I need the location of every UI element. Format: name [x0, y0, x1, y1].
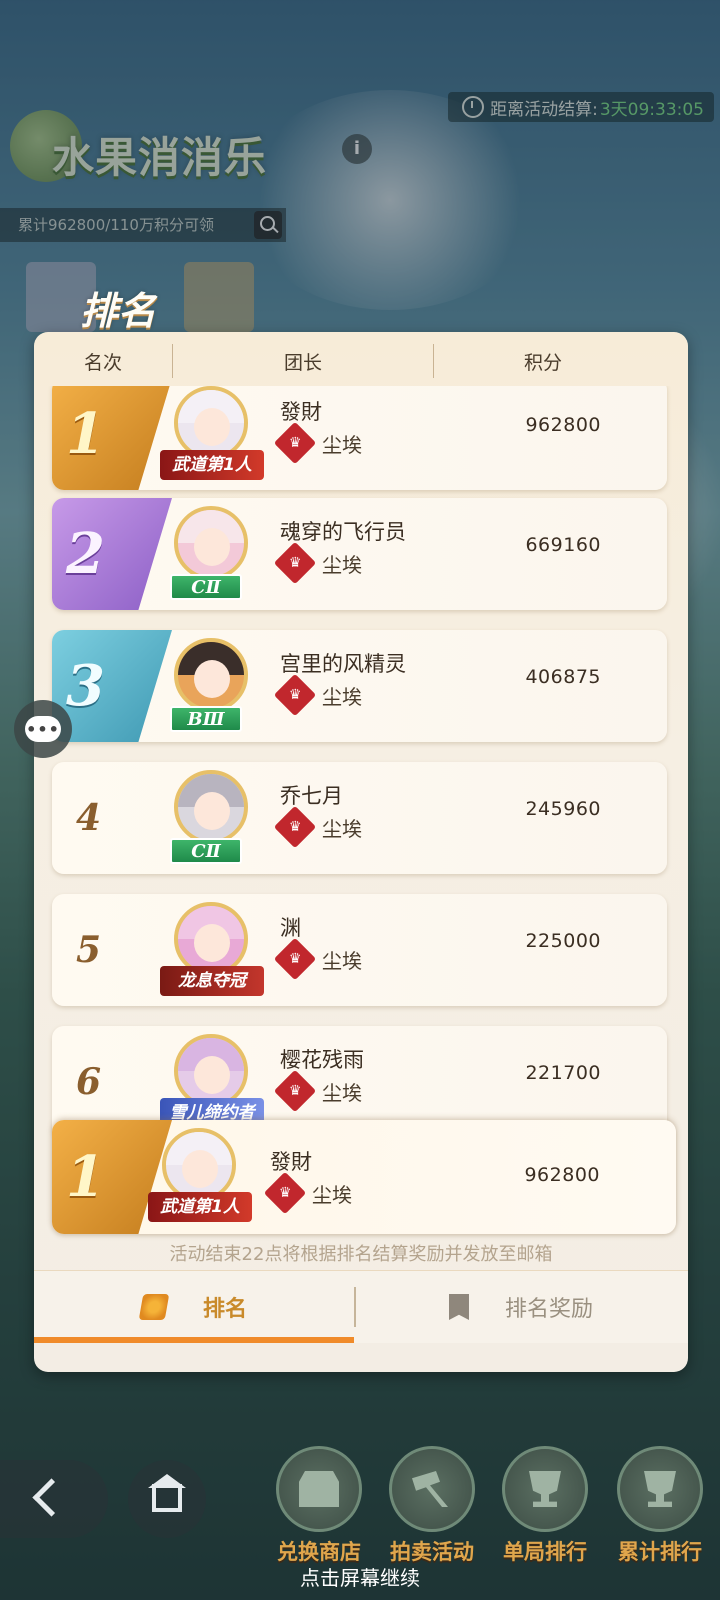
- avatar[interactable]: CⅡ: [160, 764, 264, 868]
- chat-icon: •••: [25, 716, 61, 742]
- bookmark-icon: [448, 1294, 469, 1320]
- active-tab-indicator: [34, 1337, 354, 1343]
- hammer-icon: [412, 1471, 448, 1507]
- rank-number: 4: [76, 797, 102, 839]
- title-badge: 武道第1人: [148, 1192, 252, 1222]
- panel-title: 排名: [80, 289, 157, 333]
- column-rank: 名次: [83, 351, 122, 374]
- rank-number: 5: [76, 929, 102, 971]
- title-badge: 武道第1人: [160, 450, 264, 480]
- table-row[interactable]: 4 CⅡ 乔七月 ♛ 尘埃 245960: [52, 762, 667, 874]
- rank-number: 2: [52, 498, 172, 610]
- rank-icon: [138, 1294, 170, 1320]
- player-name: 發財: [270, 1150, 312, 1174]
- total-rank-button[interactable]: 累计排行: [604, 1446, 716, 1566]
- player-score: 669160: [525, 534, 601, 556]
- rank-number: 1: [52, 386, 172, 490]
- column-score: 积分: [523, 351, 562, 374]
- title-badge: 龙息夺冠: [160, 966, 264, 996]
- player-score: 221700: [525, 1062, 601, 1084]
- tab-rank-reward[interactable]: 排名奖励: [354, 1271, 688, 1343]
- tab-rank-label: 排名: [202, 1297, 247, 1322]
- shop-icon: [299, 1471, 339, 1507]
- avatar[interactable]: 武道第1人: [148, 1122, 252, 1226]
- trophy-icon: [644, 1471, 676, 1507]
- table-row[interactable]: 5 龙息夺冠 渊 ♛ 尘埃 225000: [52, 894, 667, 1006]
- guild-crown-icon: ♛: [273, 937, 317, 981]
- guild-name: 尘埃: [322, 816, 362, 841]
- exchange-shop-button[interactable]: 兑换商店: [263, 1446, 375, 1566]
- guild-info: ♛ 尘埃: [273, 421, 362, 465]
- avatar[interactable]: 雪儿缔约者: [160, 1028, 264, 1132]
- player-name: 魂穿的飞行员: [280, 520, 406, 544]
- guild-info: ♛ 尘埃: [273, 541, 362, 585]
- guild-info: ♛ 尘埃: [273, 1069, 362, 1113]
- guild-info: ♛ 尘埃: [273, 673, 362, 717]
- my-rank-row[interactable]: 1 武道第1人 發財 ♛ 尘埃 962800: [52, 1120, 676, 1234]
- tab-reward-label: 排名奖励: [504, 1297, 593, 1322]
- player-name: 發財: [280, 400, 322, 424]
- column-leader: 团长: [283, 351, 322, 374]
- player-score: 225000: [525, 930, 601, 952]
- tier-badge: CⅡ: [170, 574, 242, 600]
- guild-info: ♛ 尘埃: [263, 1171, 352, 1215]
- player-score: 962800: [525, 414, 601, 436]
- table-row[interactable]: 3 BⅢ 宫里的风精灵 ♛ 尘埃 406875: [52, 630, 667, 742]
- player-name: 樱花残雨: [280, 1048, 364, 1072]
- guild-name: 尘埃: [312, 1182, 352, 1207]
- tap-to-continue[interactable]: 点击屏幕继续: [0, 1562, 720, 1591]
- player-score: 406875: [525, 666, 601, 688]
- guild-crown-icon: ♛: [273, 673, 317, 717]
- ranking-panel: 名次 团长 积分 1 武道第1人 發財 ♛ 尘埃 962800 2 CⅡ 魂穿的飞…: [34, 332, 688, 1372]
- back-button[interactable]: [0, 1460, 108, 1538]
- chevron-left-icon: [32, 1478, 71, 1517]
- guild-crown-icon: ♛: [273, 541, 317, 585]
- guild-name: 尘埃: [322, 684, 362, 709]
- player-score: 245960: [525, 798, 601, 820]
- home-button[interactable]: [128, 1460, 206, 1538]
- tier-badge: BⅢ: [170, 706, 242, 732]
- player-name: 宫里的风精灵: [280, 652, 406, 676]
- guild-name: 尘埃: [322, 432, 362, 457]
- ranking-list[interactable]: 1 武道第1人 發財 ♛ 尘埃 962800 2 CⅡ 魂穿的飞行员 ♛ 尘埃 66…: [34, 386, 688, 1160]
- avatar[interactable]: CⅡ: [160, 500, 264, 604]
- tab-bar: 排名 排名奖励: [34, 1270, 688, 1343]
- table-header: 名次 团长 积分: [34, 332, 688, 390]
- chat-button[interactable]: •••: [14, 700, 72, 758]
- guild-name: 尘埃: [322, 552, 362, 577]
- guild-crown-icon: ♛: [273, 805, 317, 849]
- player-name: 渊: [280, 916, 301, 940]
- guild-crown-icon: ♛: [273, 1069, 317, 1113]
- guild-crown-icon: ♛: [273, 421, 317, 465]
- player-score: 962800: [524, 1164, 600, 1186]
- guild-info: ♛ 尘埃: [273, 805, 362, 849]
- auction-button[interactable]: 拍卖活动: [376, 1446, 488, 1566]
- trophy-icon: [529, 1471, 561, 1507]
- avatar[interactable]: 武道第1人: [160, 386, 264, 484]
- table-row[interactable]: 1 武道第1人 發財 ♛ 尘埃 962800: [52, 386, 667, 490]
- avatar[interactable]: 龙息夺冠: [160, 896, 264, 1000]
- guild-name: 尘埃: [322, 948, 362, 973]
- table-row[interactable]: 2 CⅡ 魂穿的飞行员 ♛ 尘埃 669160: [52, 498, 667, 610]
- settlement-notice: 活动结束22点将根据排名结算奖励并发放至邮箱: [169, 1244, 553, 1265]
- single-rank-button[interactable]: 单局排行: [489, 1446, 601, 1566]
- guild-name: 尘埃: [322, 1080, 362, 1105]
- tier-badge: CⅡ: [170, 838, 242, 864]
- avatar[interactable]: BⅢ: [160, 632, 264, 736]
- guild-crown-icon: ♛: [263, 1171, 307, 1215]
- player-name: 乔七月: [280, 784, 343, 808]
- guild-info: ♛ 尘埃: [273, 937, 362, 981]
- tab-rank[interactable]: 排名: [34, 1271, 354, 1343]
